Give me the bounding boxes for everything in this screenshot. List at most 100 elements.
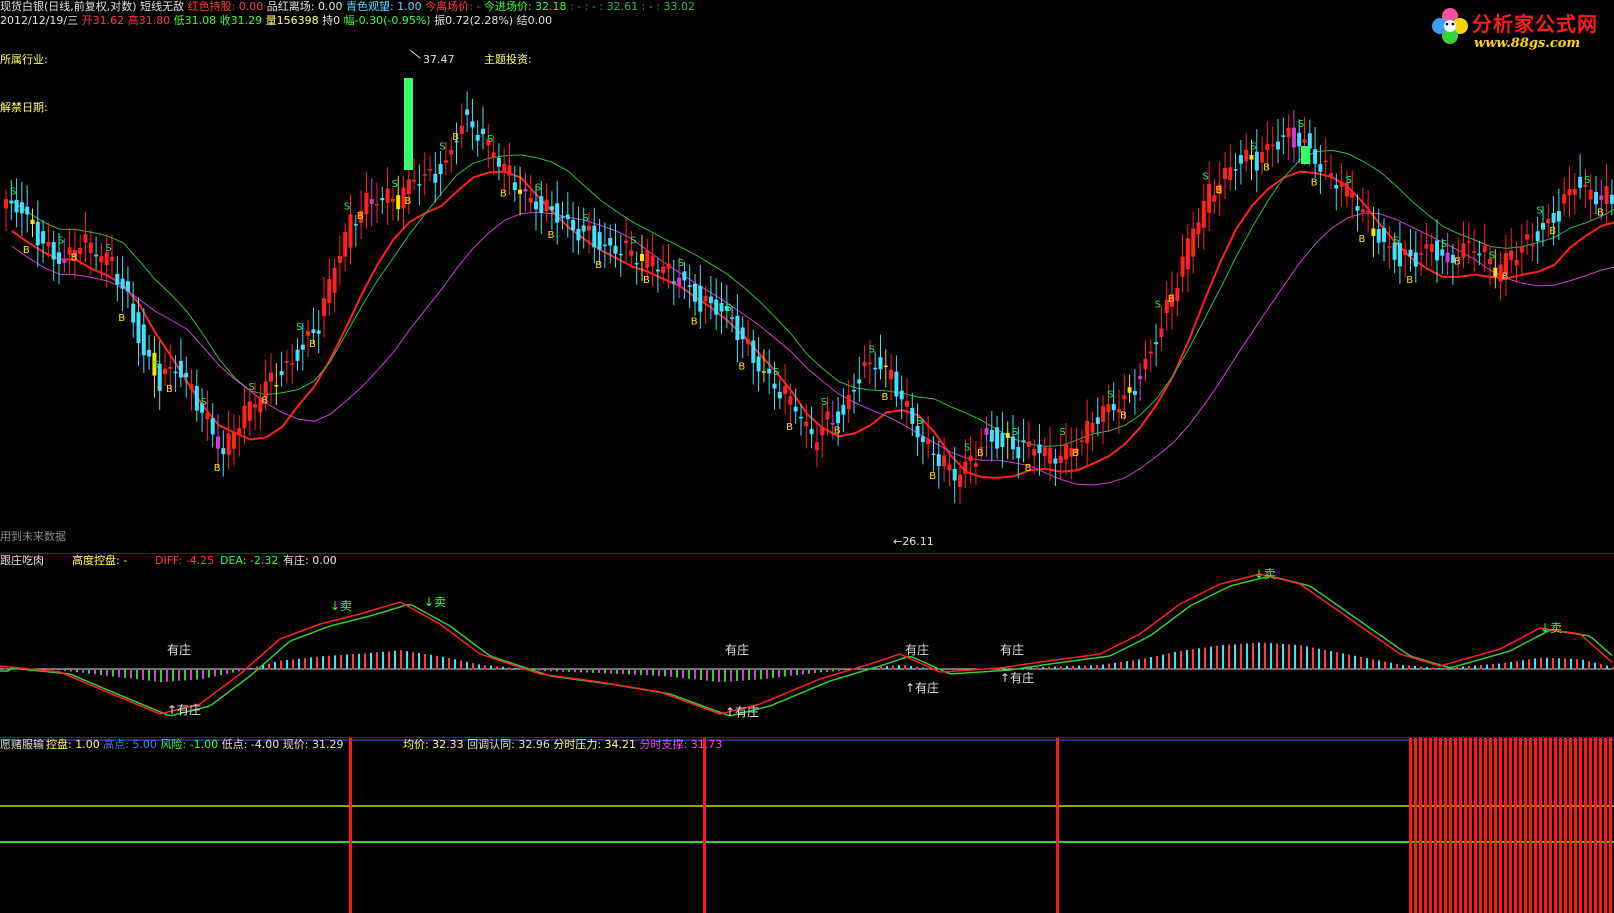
candle-body [1519, 246, 1524, 253]
macd-histogram-bar [1180, 650, 1182, 670]
sell-signal-label: S [1107, 390, 1113, 401]
candle-body [1154, 342, 1159, 345]
candle-body [189, 384, 194, 390]
candle-body [1180, 256, 1185, 277]
buy-signal-label: B [643, 275, 650, 286]
candle-body [125, 281, 130, 292]
macd-histogram-bar [352, 654, 354, 670]
candle-body [1011, 436, 1015, 450]
buy-signal-label: B [548, 230, 555, 241]
candle-body [237, 428, 242, 434]
candle-body [115, 273, 120, 285]
macd-histogram-bar [1066, 666, 1068, 670]
macd-histogram-bar [916, 666, 918, 670]
candle-body [226, 433, 231, 455]
candle-body [936, 454, 941, 467]
macd-histogram-bar [898, 664, 900, 670]
bottom-indicator-panel[interactable]: 愿赌服输 控盘: 1.00 高点: 5.00 风险: -1.00 低点: -4.… [0, 738, 1614, 913]
macd-histogram-bar [376, 652, 378, 670]
candle-body [120, 278, 125, 289]
macd-histogram-bar [592, 669, 594, 673]
candle-body [1313, 149, 1318, 164]
macd-histogram-bar [736, 669, 738, 681]
macd-histogram-bar [1102, 664, 1104, 670]
diff-value: DIFF: -4.25 [155, 554, 215, 567]
bottom-value: 均价: 32.33 [402, 738, 468, 751]
main-price-panel[interactable]: SBSBSBSBSBSBSBSBSBSBSBSBSBSBSBSBSBSBSBSB… [0, 0, 1614, 553]
macd-histogram-bar [364, 653, 366, 670]
macd-histogram-bar [658, 669, 660, 676]
header-item: 持0 [318, 14, 341, 27]
macd-histogram-bar [706, 669, 708, 681]
candle-body [1223, 168, 1227, 180]
macd-histogram-bar [1516, 661, 1518, 670]
macd-histogram-bar [346, 654, 348, 670]
macd-histogram-bar [1522, 660, 1524, 670]
macd-histogram-bar [124, 669, 126, 678]
macd-annotation: ↓卖 [330, 599, 352, 613]
candle-body [534, 201, 538, 210]
youzhuang-value: 有庄: 0.00 [283, 554, 337, 567]
macd-histogram-bar [580, 669, 582, 673]
candle-body [613, 245, 618, 254]
buy-signal-label: B [23, 245, 30, 256]
header-item: 开31.62 [78, 14, 125, 27]
candle-body [390, 198, 395, 202]
candle-body [592, 225, 597, 248]
macd-histogram-bar [148, 669, 150, 681]
buy-signal-label: B [691, 317, 698, 328]
header-item: 短线无敌 [136, 0, 188, 13]
ma-mid-line [11, 149, 1614, 447]
candle-body [740, 327, 745, 340]
flower-logo-icon [1432, 8, 1468, 44]
candle-body [1005, 433, 1010, 438]
macd-histogram-bar [1072, 665, 1074, 670]
dea-line [0, 575, 1613, 717]
macd-panel[interactable]: 有庄 ↑有庄 有庄 ↑有庄 有庄 ↑有庄 有庄 ↑有庄 ↓卖 ↓卖 ↓卖 ↓卖 跟庄吃肉 高度控盘: … [0, 554, 1614, 737]
macd-histogram-bar [730, 669, 732, 682]
buy-signal-label: B [1502, 271, 1509, 282]
candle-body [1185, 238, 1190, 270]
macd-histogram-bar [1510, 661, 1512, 670]
macd-histogram-bar [562, 669, 564, 672]
control-spike-bar [1454, 738, 1457, 913]
candle-body [539, 196, 544, 213]
candle-body [1588, 189, 1593, 200]
macd-histogram-bar [646, 669, 648, 676]
candlestick-chart[interactable]: SBSBSBSBSBSBSBSBSBSB SBSBSBSBSBSB SBSBSBSB… [0, 0, 1614, 553]
control-spike-bar [1599, 738, 1602, 913]
candle-body [565, 214, 570, 220]
macd-histogram-bar [1240, 643, 1242, 670]
candle-body [581, 225, 586, 232]
macd-annotation: 有庄 [725, 642, 749, 657]
macd-histogram-bar [1546, 657, 1548, 670]
macd-histogram-bar [1336, 652, 1338, 670]
candle-body [1148, 351, 1153, 354]
candle-body [1323, 160, 1328, 163]
macd-histogram-bar [1492, 664, 1494, 670]
macd-histogram-bar [412, 652, 414, 670]
candle-body [375, 203, 379, 206]
macd-histogram-bar [1372, 659, 1374, 670]
candle-body [783, 385, 788, 395]
macd-histogram-bar [1174, 652, 1176, 670]
candle-body [507, 165, 512, 176]
macd-histogram-bar [1342, 653, 1344, 670]
diff-line [0, 573, 1613, 715]
candle-body [719, 303, 724, 312]
candle-body [41, 231, 46, 244]
macd-histogram-bar [184, 669, 186, 681]
macd-chart[interactable]: 有庄 ↑有庄 有庄 ↑有庄 有庄 ↑有庄 有庄 ↑有庄 ↓卖 ↓卖 ↓卖 ↓卖 [0, 554, 1614, 737]
candle-body [57, 252, 61, 264]
macd-histogram-bar [1384, 661, 1386, 670]
candle-body [449, 150, 454, 155]
candle-body [814, 442, 819, 451]
candle-body [1604, 185, 1609, 204]
candle-body [99, 255, 104, 263]
macd-histogram-bar [508, 667, 510, 670]
control-spike-bar [1594, 738, 1597, 913]
control-indicator-chart[interactable] [0, 738, 1614, 913]
peak-highlight-bar [1301, 146, 1310, 164]
macd-histogram-bar [760, 669, 762, 680]
candle-body [714, 299, 719, 315]
